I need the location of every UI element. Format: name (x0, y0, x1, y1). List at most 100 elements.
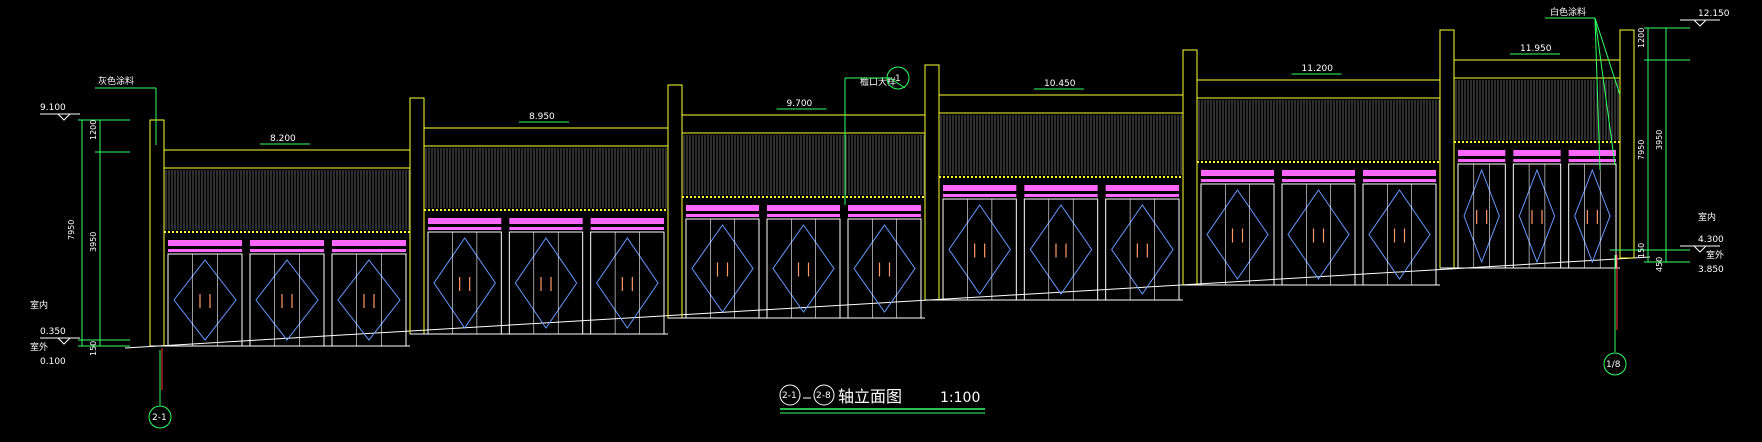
drawing-title: 轴立面图 (838, 387, 902, 406)
fascia-band (767, 205, 840, 211)
level-left-indoor: 0.350 (40, 327, 66, 337)
fascia-band (428, 218, 502, 224)
dim-right-2: 3950 (1655, 130, 1664, 150)
fascia-band (590, 218, 664, 224)
door-diamond (1287, 189, 1350, 280)
fascia-band (1105, 185, 1179, 191)
fascia-band (168, 249, 242, 252)
axis-start: 2-1 (148, 348, 172, 429)
fascia-band (767, 214, 840, 217)
fascia-band (1458, 150, 1506, 156)
door-frame (249, 253, 325, 347)
door-diamond (1368, 189, 1431, 280)
door-frame (1281, 183, 1356, 286)
ridge-level: 9.700 (787, 99, 813, 109)
level-right-indoor: 4.300 (1698, 235, 1724, 245)
fascia-band (590, 227, 664, 230)
door-frame (766, 218, 841, 319)
pier (409, 97, 425, 335)
pier (149, 119, 165, 347)
fascia-band (428, 227, 502, 230)
level-right-top: 12.150 (1698, 9, 1730, 19)
door-frame (508, 231, 584, 335)
fascia-band (509, 218, 583, 224)
drawing-scale: 1:100 (940, 390, 980, 406)
door-diamond (1111, 204, 1174, 295)
fascia-band (943, 185, 1017, 191)
door-diamond (1518, 168, 1556, 264)
fascia-band (1024, 185, 1098, 191)
fascia-band (686, 205, 759, 211)
fascia-band (250, 240, 324, 246)
title-axis-end: 2-8 (816, 391, 831, 401)
callout-right-material-text: 白色涂料 (1550, 6, 1586, 18)
fascia-band (1201, 170, 1274, 176)
dim-left-4: 150 (89, 341, 98, 356)
fascia-band (1282, 179, 1355, 182)
callout-mid-detail: 檐口大样 1 (844, 66, 910, 205)
ridge-level: 10.450 (1044, 79, 1076, 89)
door-diamond (948, 204, 1011, 295)
right-dimension-chain: 1200 7950 3950 150 450 (1610, 27, 1690, 272)
level-left-outdoor-label: 室外 (30, 341, 48, 353)
fascia-band (1024, 194, 1098, 197)
door-frame (1362, 183, 1437, 286)
fascia-band (1363, 179, 1436, 182)
door-diamond (337, 259, 401, 341)
pier (1619, 29, 1635, 259)
door-frame (942, 198, 1017, 301)
fascia-band (168, 240, 242, 246)
door-frame (1200, 183, 1275, 286)
axis-end: 1/8 (1603, 255, 1627, 376)
fascia-band (332, 249, 406, 252)
door-diamond (433, 237, 496, 329)
dim-left-2: 3950 (89, 232, 98, 252)
fascia-band (1568, 159, 1616, 162)
fascia-band (509, 227, 583, 230)
dim-right-1: 1200 (1637, 28, 1646, 48)
door-diamond (853, 224, 916, 313)
door-frame (685, 218, 760, 319)
fascia-band (848, 205, 921, 211)
elevation-drawing: 8.2008.9509.70010.45011.20011.950 9.100 … (30, 6, 1730, 429)
fascia-band (1363, 170, 1436, 176)
pier (924, 64, 940, 301)
ground-line (124, 256, 1651, 349)
ridge-level: 11.200 (1302, 64, 1334, 74)
dim-left-3: 7950 (67, 220, 76, 240)
callout-mid-detail-no: 1 (895, 74, 901, 84)
door-frame (1457, 163, 1506, 269)
axis-start-label: 2-1 (152, 413, 167, 423)
door-diamond (596, 237, 659, 329)
door-frame (427, 231, 502, 335)
dim-right-4: 150 (1637, 243, 1646, 258)
door-frame (1512, 163, 1562, 269)
fascia-band (1513, 150, 1561, 156)
left-dimension-chain: 7950 1200 3950 150 (67, 119, 130, 356)
fascia-band (1513, 159, 1561, 162)
level-right-outdoor-label: 室外 (1706, 249, 1724, 261)
fascia-band (1282, 170, 1355, 176)
dim-right-3: 7950 (1637, 140, 1646, 160)
door-frame (1568, 163, 1617, 269)
door-diamond (514, 237, 578, 329)
door-frame (167, 253, 243, 347)
dim-left-1: 1200 (89, 120, 98, 140)
level-left-top: 9.100 (40, 103, 66, 113)
ridge-level: 8.950 (529, 112, 555, 122)
door-diamond (255, 259, 319, 341)
fascia-band (686, 214, 759, 217)
right-level-markers: 12.150 4.300 室内 室外 3.850 (1680, 9, 1730, 275)
dim-right-5: 450 (1655, 257, 1664, 272)
door-frame (1023, 198, 1099, 301)
pier (1182, 49, 1198, 286)
level-left-indoor-label: 室内 (30, 299, 48, 311)
level-right-indoor-label: 室内 (1698, 211, 1716, 223)
door-diamond (173, 259, 237, 341)
door-diamond (1463, 168, 1500, 264)
door-frame (590, 231, 665, 335)
callout-left-material: 灰色涂料 (95, 75, 157, 145)
fascia-band (250, 249, 324, 252)
fascia-band (943, 194, 1017, 197)
door-diamond (1574, 168, 1611, 264)
